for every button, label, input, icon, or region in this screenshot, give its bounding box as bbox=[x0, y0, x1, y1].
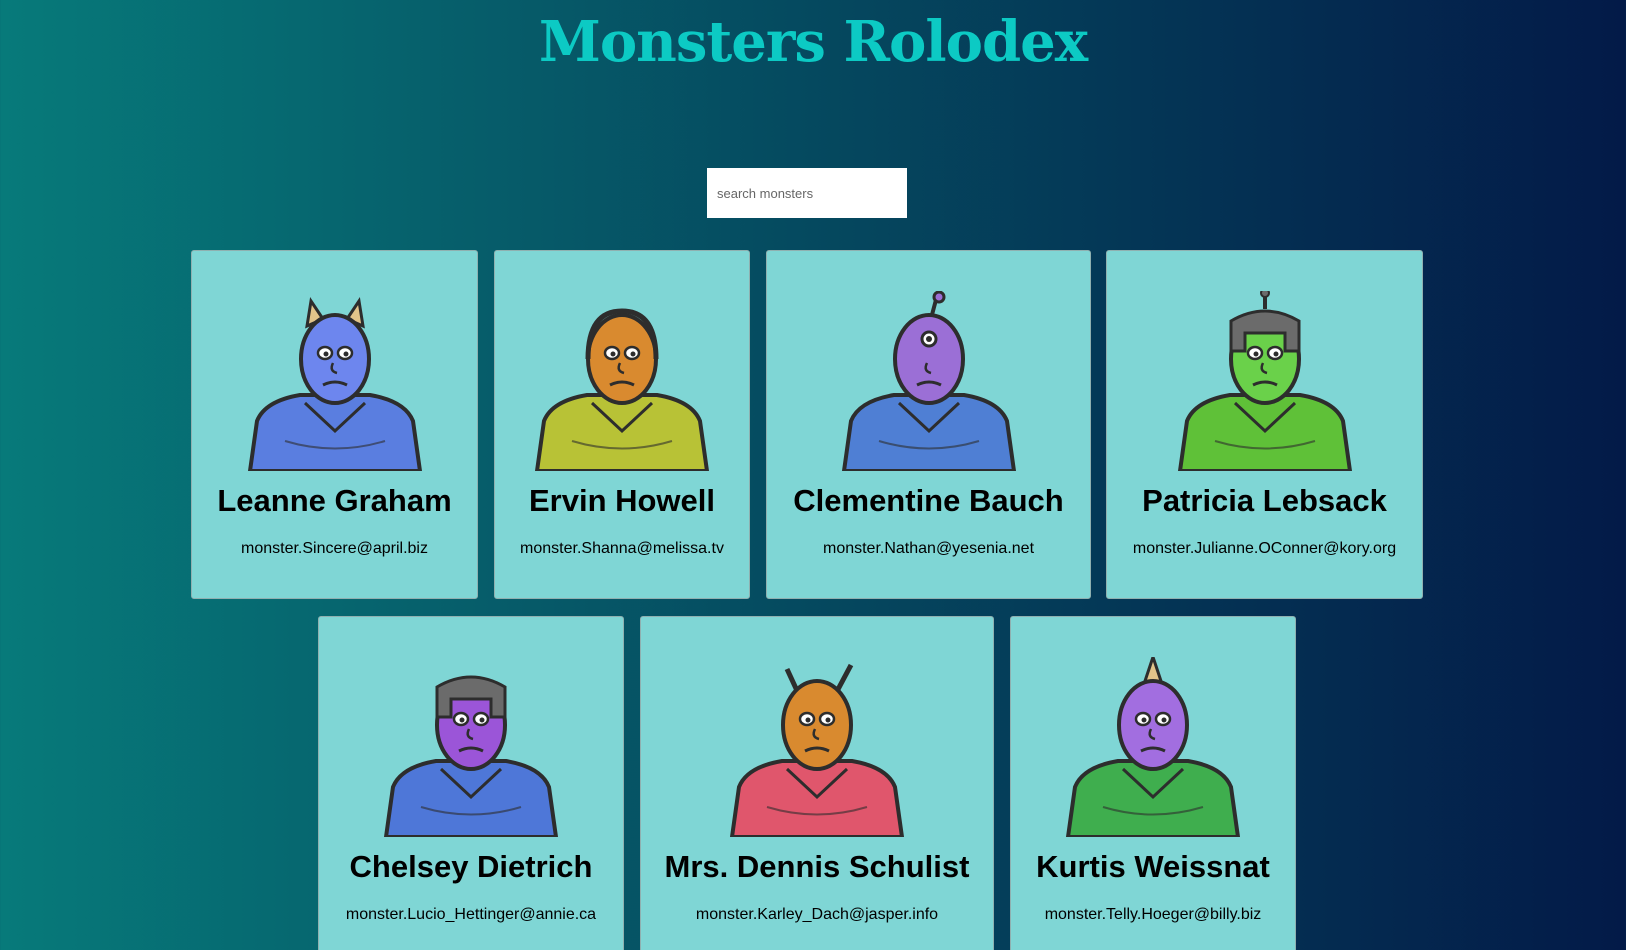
monster-name: Ervin Howell bbox=[528, 483, 716, 518]
monster-card[interactable]: Ervin Howell monster.Shanna@melissa.tv bbox=[494, 250, 750, 599]
monster-avatar bbox=[1065, 657, 1241, 837]
monster-name: Clementine Bauch bbox=[793, 483, 1064, 518]
monster-card[interactable]: Chelsey Dietrich monster.Lucio_Hettinger… bbox=[318, 616, 624, 950]
monster-email: monster.Lucio_Hettinger@annie.ca bbox=[345, 906, 597, 923]
page-title: Monsters Rolodex bbox=[538, 9, 1088, 75]
monster-email: monster.Karley_Dach@jasper.info bbox=[695, 906, 939, 923]
monster-card[interactable]: Mrs. Dennis Schulist monster.Karley_Dach… bbox=[640, 616, 994, 950]
monster-card[interactable]: Patricia Lebsack monster.Julianne.OConne… bbox=[1106, 250, 1423, 599]
monster-avatar bbox=[841, 291, 1016, 471]
monster-avatar bbox=[247, 296, 422, 471]
monster-avatar bbox=[1177, 291, 1352, 471]
monster-avatar bbox=[534, 308, 710, 471]
monster-email: monster.Julianne.OConner@kory.org bbox=[1132, 540, 1397, 557]
monster-email: monster.Shanna@melissa.tv bbox=[520, 540, 724, 557]
monster-card[interactable]: Clementine Bauch monster.Nathan@yesenia.… bbox=[766, 250, 1091, 599]
monster-avatar bbox=[729, 663, 905, 837]
monster-name: Chelsey Dietrich bbox=[349, 849, 593, 884]
monster-email: monster.Telly.Hoeger@billy.biz bbox=[1044, 906, 1262, 923]
monster-email: monster.Sincere@april.biz bbox=[241, 540, 428, 557]
search-input[interactable] bbox=[707, 168, 907, 218]
monster-email: monster.Nathan@yesenia.net bbox=[822, 540, 1035, 557]
monster-name: Kurtis Weissnat bbox=[1036, 849, 1270, 884]
monster-name: Mrs. Dennis Schulist bbox=[664, 849, 970, 884]
monster-name: Leanne Graham bbox=[217, 483, 452, 518]
monster-card[interactable]: Leanne Graham monster.Sincere@april.biz bbox=[191, 250, 478, 599]
monster-avatar bbox=[383, 675, 559, 837]
monster-card[interactable]: Kurtis Weissnat monster.Telly.Hoeger@bil… bbox=[1010, 616, 1296, 950]
monster-name: Patricia Lebsack bbox=[1142, 483, 1387, 518]
